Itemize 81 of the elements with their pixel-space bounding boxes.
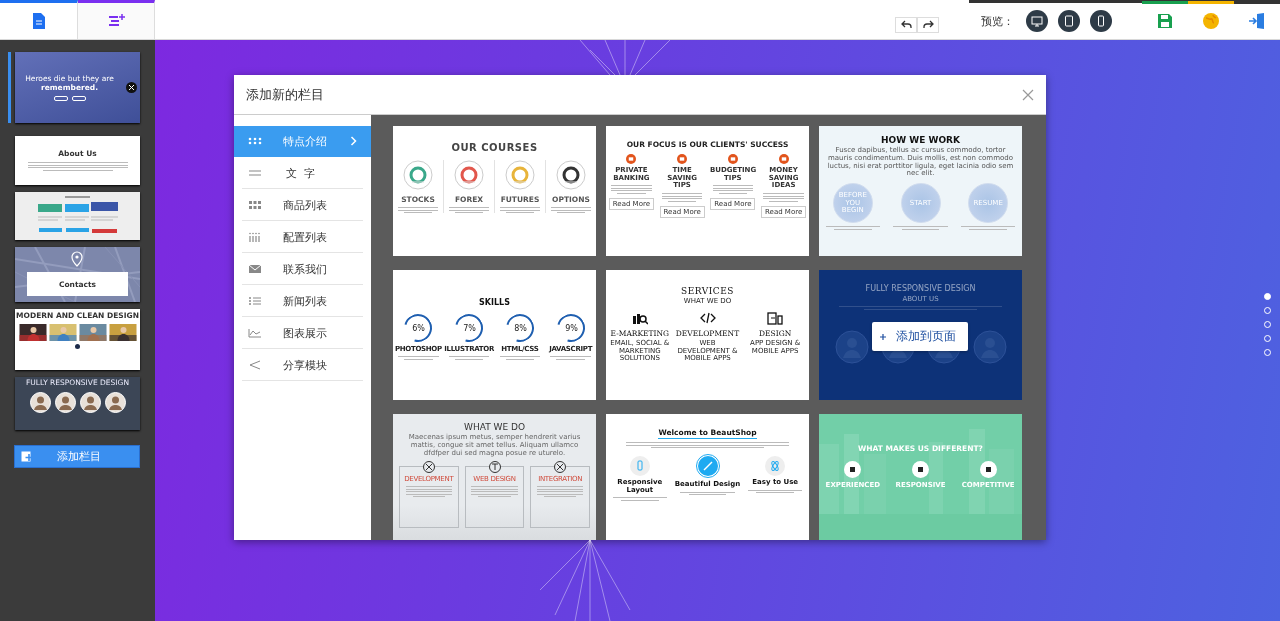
avatar-icon bbox=[972, 329, 1007, 364]
undo-icon bbox=[900, 20, 912, 29]
filler-text-drawing bbox=[398, 356, 439, 360]
filler-text-drawing bbox=[612, 497, 667, 501]
filler-text-drawing bbox=[893, 226, 948, 230]
chart-icon bbox=[454, 160, 484, 190]
filler-text-drawing bbox=[825, 226, 880, 230]
round-icon bbox=[677, 154, 688, 164]
globe-icon bbox=[1202, 12, 1220, 30]
bars-icon bbox=[248, 232, 262, 242]
chart-icon bbox=[556, 160, 586, 190]
share-icon bbox=[248, 360, 262, 370]
avatar-icon bbox=[29, 391, 51, 413]
filler-text-drawing bbox=[961, 226, 1016, 230]
close-icon bbox=[1022, 88, 1034, 101]
dot-marker bbox=[75, 343, 80, 349]
template-title: HOW WE WORK bbox=[881, 135, 960, 145]
filler-text-drawing bbox=[680, 491, 735, 496]
close-icon bbox=[129, 85, 134, 90]
filler-text-drawing bbox=[448, 356, 490, 360]
dialog-title: 添加新的栏目 bbox=[246, 85, 324, 104]
template-title: WHAT WE DO bbox=[464, 422, 525, 432]
round-icon bbox=[778, 154, 789, 164]
avatar-icon bbox=[834, 329, 869, 364]
monitor-icon bbox=[1031, 15, 1043, 27]
template-title: SKILLS bbox=[479, 298, 510, 307]
filler-text-drawing bbox=[611, 185, 652, 194]
avatar-icon bbox=[54, 391, 76, 413]
filler-text-drawing bbox=[550, 356, 591, 360]
desktop-preview-button[interactable] bbox=[1026, 10, 1048, 32]
chart-icon bbox=[505, 160, 535, 190]
tool-icon bbox=[554, 461, 567, 474]
line-chart-icon bbox=[248, 328, 262, 338]
exit-door-icon bbox=[1248, 12, 1266, 30]
template-title: OUR COURSES bbox=[451, 142, 538, 153]
filler-text-drawing bbox=[537, 486, 584, 498]
add-section-tab[interactable] bbox=[78, 0, 155, 39]
phone-icon bbox=[1095, 15, 1107, 27]
template-card[interactable] bbox=[819, 126, 1022, 256]
phone-preview-button[interactable] bbox=[1090, 10, 1112, 32]
add-block-icon bbox=[21, 451, 33, 462]
emblem-icon bbox=[844, 461, 862, 478]
round-icon bbox=[626, 154, 637, 164]
tablet-icon bbox=[1063, 15, 1075, 27]
map-pin-icon bbox=[71, 251, 83, 267]
filler-text-drawing bbox=[661, 193, 703, 202]
preview-label: 预览： bbox=[981, 13, 1014, 29]
chart-icon bbox=[403, 160, 433, 190]
avatar-icon bbox=[79, 391, 101, 413]
emblem-icon bbox=[979, 461, 997, 478]
emblem-icon bbox=[912, 461, 929, 478]
magnifier-icon bbox=[631, 311, 648, 325]
filler-text-drawing bbox=[748, 489, 803, 494]
plus-icon bbox=[880, 333, 886, 340]
redo-button[interactable] bbox=[917, 16, 939, 33]
tool-icon bbox=[488, 461, 501, 474]
page-dot[interactable] bbox=[1264, 293, 1271, 300]
filler-text-drawing bbox=[499, 356, 541, 360]
tool-icon bbox=[422, 461, 435, 474]
undo-button[interactable] bbox=[895, 16, 917, 33]
close-button[interactable] bbox=[1022, 88, 1034, 101]
filler-text-drawing bbox=[405, 486, 452, 498]
tablet-preview-button[interactable] bbox=[1058, 10, 1080, 32]
round-icon bbox=[727, 154, 738, 164]
grid-icon bbox=[248, 200, 262, 210]
devices-icon bbox=[767, 311, 784, 325]
avatar-icon bbox=[104, 391, 126, 413]
filler-text-drawing bbox=[471, 486, 518, 498]
template-title: FULLY RESPONSIVE DESIGN bbox=[865, 284, 976, 293]
template-title: SERVICES bbox=[681, 286, 734, 296]
code-icon bbox=[699, 311, 716, 325]
envelope-icon bbox=[248, 264, 262, 274]
lines-icon bbox=[248, 168, 262, 178]
remove-button[interactable] bbox=[126, 82, 137, 93]
redo-icon bbox=[922, 20, 934, 29]
list-icon bbox=[248, 296, 262, 306]
dots-icon bbox=[248, 136, 262, 146]
filler-text-drawing bbox=[763, 193, 804, 202]
filler-text-drawing bbox=[712, 185, 754, 194]
add-to-page-button[interactable]: 添加到页面 bbox=[872, 322, 968, 351]
pages-tab[interactable] bbox=[0, 0, 78, 39]
